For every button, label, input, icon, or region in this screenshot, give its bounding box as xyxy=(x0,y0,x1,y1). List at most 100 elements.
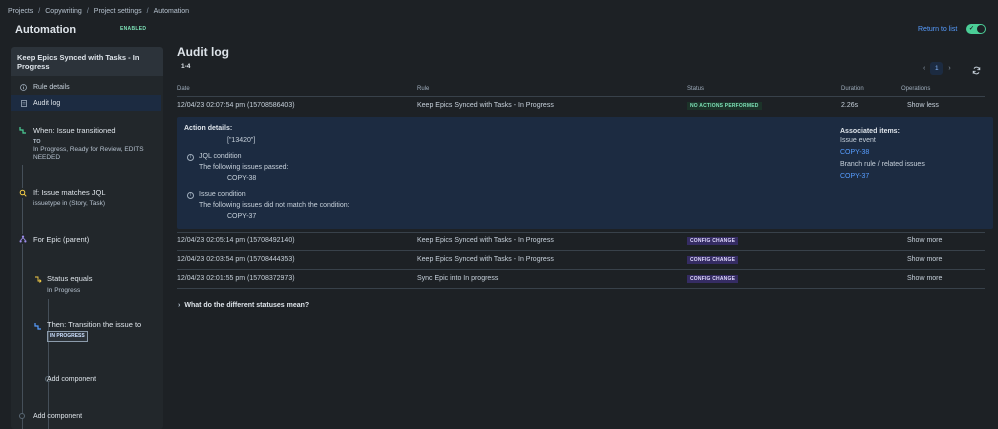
row-1-status-badge: NO ACTIONS PERFORMED xyxy=(687,102,762,110)
column-header-duration: Duration xyxy=(841,86,864,92)
breadcrumb-separator: / xyxy=(86,8,89,15)
result-range: 1-4 xyxy=(181,63,191,70)
jql-condition-label: JQL condition xyxy=(199,153,242,160)
row-4-status-badge: CONFIG CHANGE xyxy=(687,275,739,283)
trigger-step[interactable]: When: Issue transitioned TO In Progress,… xyxy=(33,126,158,162)
action-details-ids: ["13420"] xyxy=(227,137,256,144)
branch-icon xyxy=(18,234,28,244)
chevron-right-icon: › xyxy=(178,302,181,309)
issue-event-label: Issue event xyxy=(840,137,876,144)
status-condition-title: Status equals xyxy=(47,274,93,283)
row-divider xyxy=(177,269,985,270)
jql-condition-title: If: Issue matches JQL xyxy=(33,188,106,197)
add-component-inner-button[interactable]: Add component xyxy=(47,376,96,383)
associated-items-heading: Associated items: xyxy=(840,128,900,135)
status-badge: ENABLED xyxy=(120,26,147,32)
sidebar-item-audit-log[interactable]: Audit log xyxy=(11,95,161,111)
jql-condition-step[interactable]: If: Issue matches JQL issuetype in (Stor… xyxy=(33,188,158,208)
row-1-show-less-button[interactable]: Show less xyxy=(907,102,939,109)
header-divider xyxy=(177,96,985,97)
action-details-panel: Action details: ["13420"] i JQL conditio… xyxy=(177,117,993,229)
info-icon xyxy=(20,83,27,91)
jql-condition-text: The following issues passed: xyxy=(199,164,289,171)
condition-icon xyxy=(18,188,28,198)
status-help-expander[interactable]: › What do the different statuses mean? xyxy=(178,302,309,309)
refresh-icon[interactable] xyxy=(972,66,981,77)
status-condition-icon xyxy=(33,274,43,284)
issue-condition-text: The following issues did not match the c… xyxy=(199,202,350,209)
row-2-status-badge: CONFIG CHANGE xyxy=(687,237,739,245)
breadcrumb-projects[interactable]: Projects xyxy=(8,8,33,15)
row-4-date: 12/04/23 02:01:55 pm (15708372973) xyxy=(177,275,295,282)
rule-card: Keep Epics Synced with Tasks - In Progre… xyxy=(11,47,163,76)
jql-condition-detail: issuetype in (Story, Task) xyxy=(33,200,106,207)
trigger-icon xyxy=(18,125,28,135)
rule-enabled-toggle[interactable]: ✓ xyxy=(966,24,986,34)
breadcrumb-separator: / xyxy=(38,8,41,15)
action-details-heading: Action details: xyxy=(184,125,233,132)
breadcrumb-separator: / xyxy=(146,8,149,15)
next-page-button[interactable]: › xyxy=(948,65,950,72)
row-1-duration: 2.26s xyxy=(841,102,859,109)
branch-step[interactable]: For Epic (parent) xyxy=(33,235,89,244)
column-header-date: Date xyxy=(177,86,190,92)
pagination: ‹ 1 › xyxy=(923,62,951,75)
trigger-title: When: Issue transitioned xyxy=(33,126,116,135)
row-3-show-more-button[interactable]: Show more xyxy=(907,256,942,263)
sidebar-item-rule-details[interactable]: Rule details xyxy=(11,79,161,95)
page-1-button[interactable]: 1 xyxy=(930,62,944,75)
document-icon xyxy=(20,99,27,107)
row-divider xyxy=(177,250,985,251)
sidebar-item-label: Audit log xyxy=(33,99,61,107)
row-2-date: 12/04/23 02:05:14 pm (15708492140) xyxy=(177,237,295,244)
branch-rule-label: Branch rule / related issues xyxy=(840,161,925,168)
status-condition-detail: In Progress xyxy=(47,287,81,294)
branch-connector xyxy=(48,299,49,429)
status-condition-step[interactable]: Status equals In Progress xyxy=(47,274,157,295)
column-header-status: Status xyxy=(687,86,705,92)
return-to-list-link[interactable]: Return to list xyxy=(918,26,957,33)
row-2-rule: Keep Epics Synced with Tasks - In Progre… xyxy=(417,237,554,244)
info-icon: i xyxy=(187,154,194,161)
branch-rule-link[interactable]: COPY-37 xyxy=(840,173,869,180)
jql-passed-issue: COPY-38 xyxy=(227,175,257,182)
toggle-knob xyxy=(977,25,985,33)
row-4-rule: Sync Epic into In progress xyxy=(417,275,499,282)
column-header-rule: Rule xyxy=(417,86,430,92)
breadcrumb-copywriting[interactable]: Copywriting xyxy=(45,8,82,15)
rule-sidebar: Keep Epics Synced with Tasks - In Progre… xyxy=(11,47,163,429)
trigger-detail: In Progress, Ready for Review, EDITS NEE… xyxy=(33,146,144,161)
page-title: Automation xyxy=(15,24,77,36)
row-divider xyxy=(177,232,985,233)
breadcrumb-automation[interactable]: Automation xyxy=(154,8,189,15)
row-3-date: 12/04/23 02:03:54 pm (15708444353) xyxy=(177,256,295,263)
row-2-show-more-button[interactable]: Show more xyxy=(907,237,942,244)
action-title: Then: Transition the issue to xyxy=(47,320,142,329)
row-3-status-badge: CONFIG CHANGE xyxy=(687,256,739,264)
trigger-to-label: TO xyxy=(33,139,41,145)
issue-condition-label: Issue condition xyxy=(199,191,246,198)
breadcrumb: Projects / Copywriting / Project settings / Au… xyxy=(8,8,189,15)
row-4-show-more-button[interactable]: Show more xyxy=(907,275,942,282)
row-1-date: 12/04/23 02:07:54 pm (15708586403) xyxy=(177,102,295,109)
action-step[interactable]: Then: Transition the issue to IN PROGRES… xyxy=(47,320,157,342)
action-icon xyxy=(33,321,43,331)
row-3-rule: Keep Epics Synced with Tasks - In Progre… xyxy=(417,256,554,263)
issue-condition-failed-issue: COPY-37 xyxy=(227,213,257,220)
flow-connector xyxy=(22,165,23,429)
sidebar-item-label: Rule details xyxy=(33,83,70,91)
rule-name: Keep Epics Synced with Tasks - In Progre… xyxy=(17,53,140,71)
info-icon: i xyxy=(187,192,194,199)
check-icon: ✓ xyxy=(969,26,975,32)
column-header-operations: Operations xyxy=(901,86,931,92)
breadcrumb-project-settings[interactable]: Project settings xyxy=(94,8,142,15)
prev-page-button[interactable]: ‹ xyxy=(923,65,925,72)
row-divider xyxy=(177,288,985,289)
add-component-outer-button[interactable]: Add component xyxy=(33,413,82,420)
issue-event-link[interactable]: COPY-38 xyxy=(840,149,869,156)
status-help-label: What do the different statuses mean? xyxy=(184,302,310,309)
audit-log-title: Audit log xyxy=(177,45,229,59)
add-component-dot xyxy=(19,413,25,419)
row-1-rule: Keep Epics Synced with Tasks - In Progre… xyxy=(417,102,554,109)
status-lozenge: IN PROGRESS xyxy=(47,331,88,342)
